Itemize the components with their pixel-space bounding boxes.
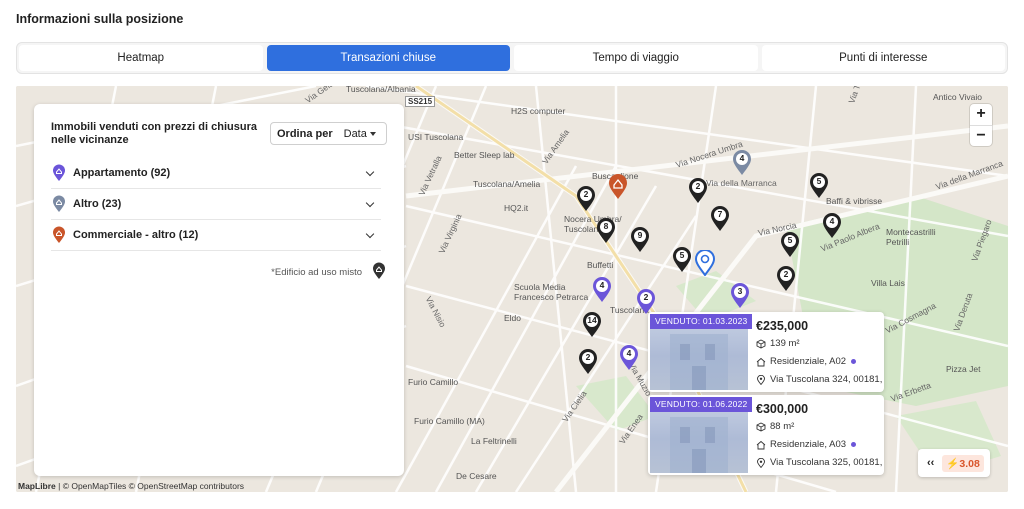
tab-bar: Heatmap Transazioni chiuse Tempo di viag… [16,42,1008,74]
poi-label: Antico Vivaio [933,92,982,102]
area-value: 88 m² [770,421,795,432]
sold-date-badge: VENDUTO: 01.06.2022 [650,397,753,412]
house-icon [756,357,766,366]
map-pin[interactable]: 7 [710,206,730,232]
property-type: Residenziale, A02 [770,356,847,367]
tab-heatmap[interactable]: Heatmap [19,45,263,71]
map-pin[interactable]: 4 [619,345,639,371]
poi-label: HQ2.it [504,203,529,213]
map-pin[interactable]: 2 [776,266,796,292]
tab-closed-transactions[interactable]: Transazioni chiuse [266,45,510,71]
maplibre-link[interactable]: MapLibre [18,481,56,491]
sale-price: €235,000 [756,319,809,333]
tab-points-of-interest[interactable]: Punti di interesse [761,45,1005,71]
sold-properties-panel: Immobili venduti con prezzi di chiusura … [34,104,404,476]
apartment-dot [851,359,857,364]
poi-label: Tuscolana/Albania [346,86,416,94]
address: Via Tuscolana 325, 00181, ... [770,457,884,468]
zoom-control: + − [970,104,992,146]
attribution-text: | © OpenMapTiles © OpenStreetMap contrib… [55,481,245,491]
map-pin[interactable]: 2 [578,349,598,375]
tab-travel-time[interactable]: Tempo di viaggio [514,45,758,71]
page-title: Informazioni sulla posizione [16,12,184,26]
map-pin[interactable]: 14 [582,312,602,338]
location-score: ⚡3.08 [942,454,984,472]
map-pin[interactable]: 9 [630,227,650,253]
mixed-use-note: *Edificio ad uso misto [271,267,362,278]
other-pin-icon [53,195,65,212]
property-card[interactable]: VENDUTO: 01.03.2023 €235,000 139 m² Resi… [648,312,884,392]
poi-label: Baffi & vibrisse [826,196,883,206]
poi-label: Furio Camillo (MA) [414,416,485,426]
area-row: 88 m² [756,421,794,432]
apartment-dot [851,442,857,447]
commercial-pin[interactable] [608,174,628,200]
zoom-in-button[interactable]: + [970,104,992,125]
poi-label: De Cesare [456,471,497,481]
type-row: Residenziale, A02 [756,356,857,367]
cube-icon [756,421,766,432]
poi-label: Scuola Media Francesco Petrarca [514,282,589,302]
address-row: Via Tuscolana 324, 00181, ... [756,374,884,385]
map-attribution: MapLibre | © OpenMapTiles © OpenStreetMa… [18,481,244,491]
poi-label: Pizza Jet [946,364,981,374]
poi-label: Furio Camillo [408,377,459,387]
property-card[interactable]: VENDUTO: 01.06.2022 €300,000 88 m² Resid… [648,395,884,475]
area-row: 139 m² [756,338,800,349]
zoom-out-button[interactable]: − [970,124,992,147]
poi-label: Eldo [504,313,522,323]
sold-date-badge: VENDUTO: 01.03.2023 [650,314,753,329]
address: Via Tuscolana 324, 00181, ... [770,374,884,385]
poi-label: H2S computer [511,106,566,116]
category-label: Altro (23) [73,198,122,210]
sort-dropdown[interactable]: Ordina per Data [270,122,387,145]
collapse-icon[interactable]: ‹‹ [927,457,934,469]
poi-label: La Feltrinelli [471,436,517,446]
map-pin[interactable]: 2 [576,186,596,212]
map-pin[interactable]: 4 [732,150,752,176]
commercial-pin-icon [53,226,65,243]
poi-label: Better Sleep lab [454,150,515,160]
mixed-use-pin-icon [373,262,385,279]
poi-label: Montecastrilli Petrilli [886,227,936,247]
panel-heading: Immobili venduti con prezzi di chiusura … [51,121,257,146]
sale-price: €300,000 [756,402,809,416]
map-pin[interactable]: 8 [596,218,616,244]
chevron-down-icon[interactable] [365,167,375,177]
map-pin[interactable]: 4 [592,277,612,303]
poi-label: Buffetti [587,260,614,270]
category-row-commercial[interactable]: Commerciale - altro (12) [51,220,381,251]
chevron-down-icon [370,132,376,136]
poi-label: Villa Lais [871,278,905,288]
category-row-apartment[interactable]: Appartamento (92) [51,158,381,189]
type-row: Residenziale, A03 [756,439,857,450]
area-value: 139 m² [770,338,800,349]
category-row-other[interactable]: Altro (23) [51,189,381,220]
map-pin[interactable]: 3 [730,283,750,309]
category-label: Commerciale - altro (12) [73,229,199,241]
map-pin[interactable]: 5 [809,173,829,199]
property-type: Residenziale, A03 [770,439,847,450]
house-icon [756,440,766,449]
score-widget[interactable]: ‹‹ ⚡3.08 [918,449,990,477]
map-pin[interactable]: 5 [780,232,800,258]
apartment-pin-icon [53,164,65,181]
sort-value: Data [343,127,367,140]
poi-label: Tuscolana/Amelia [473,179,541,189]
chevron-down-icon[interactable] [365,198,375,208]
location-icon [757,457,765,468]
road-shield: SS215 [405,96,436,107]
sort-label: Ordina per [277,127,333,140]
map-pin[interactable]: 5 [672,247,692,273]
chevron-down-icon[interactable] [365,229,375,239]
street-label: Via della Marranca [706,178,777,188]
map-pin[interactable]: 2 [688,178,708,204]
cube-icon [756,338,766,349]
selected-location-pin[interactable] [695,250,715,276]
location-icon [757,374,765,385]
address-row: Via Tuscolana 325, 00181, ... [756,457,884,468]
map-pin[interactable]: 4 [822,213,842,239]
poi-label: USI Tuscolana [408,132,464,142]
category-label: Appartamento (92) [73,167,171,179]
